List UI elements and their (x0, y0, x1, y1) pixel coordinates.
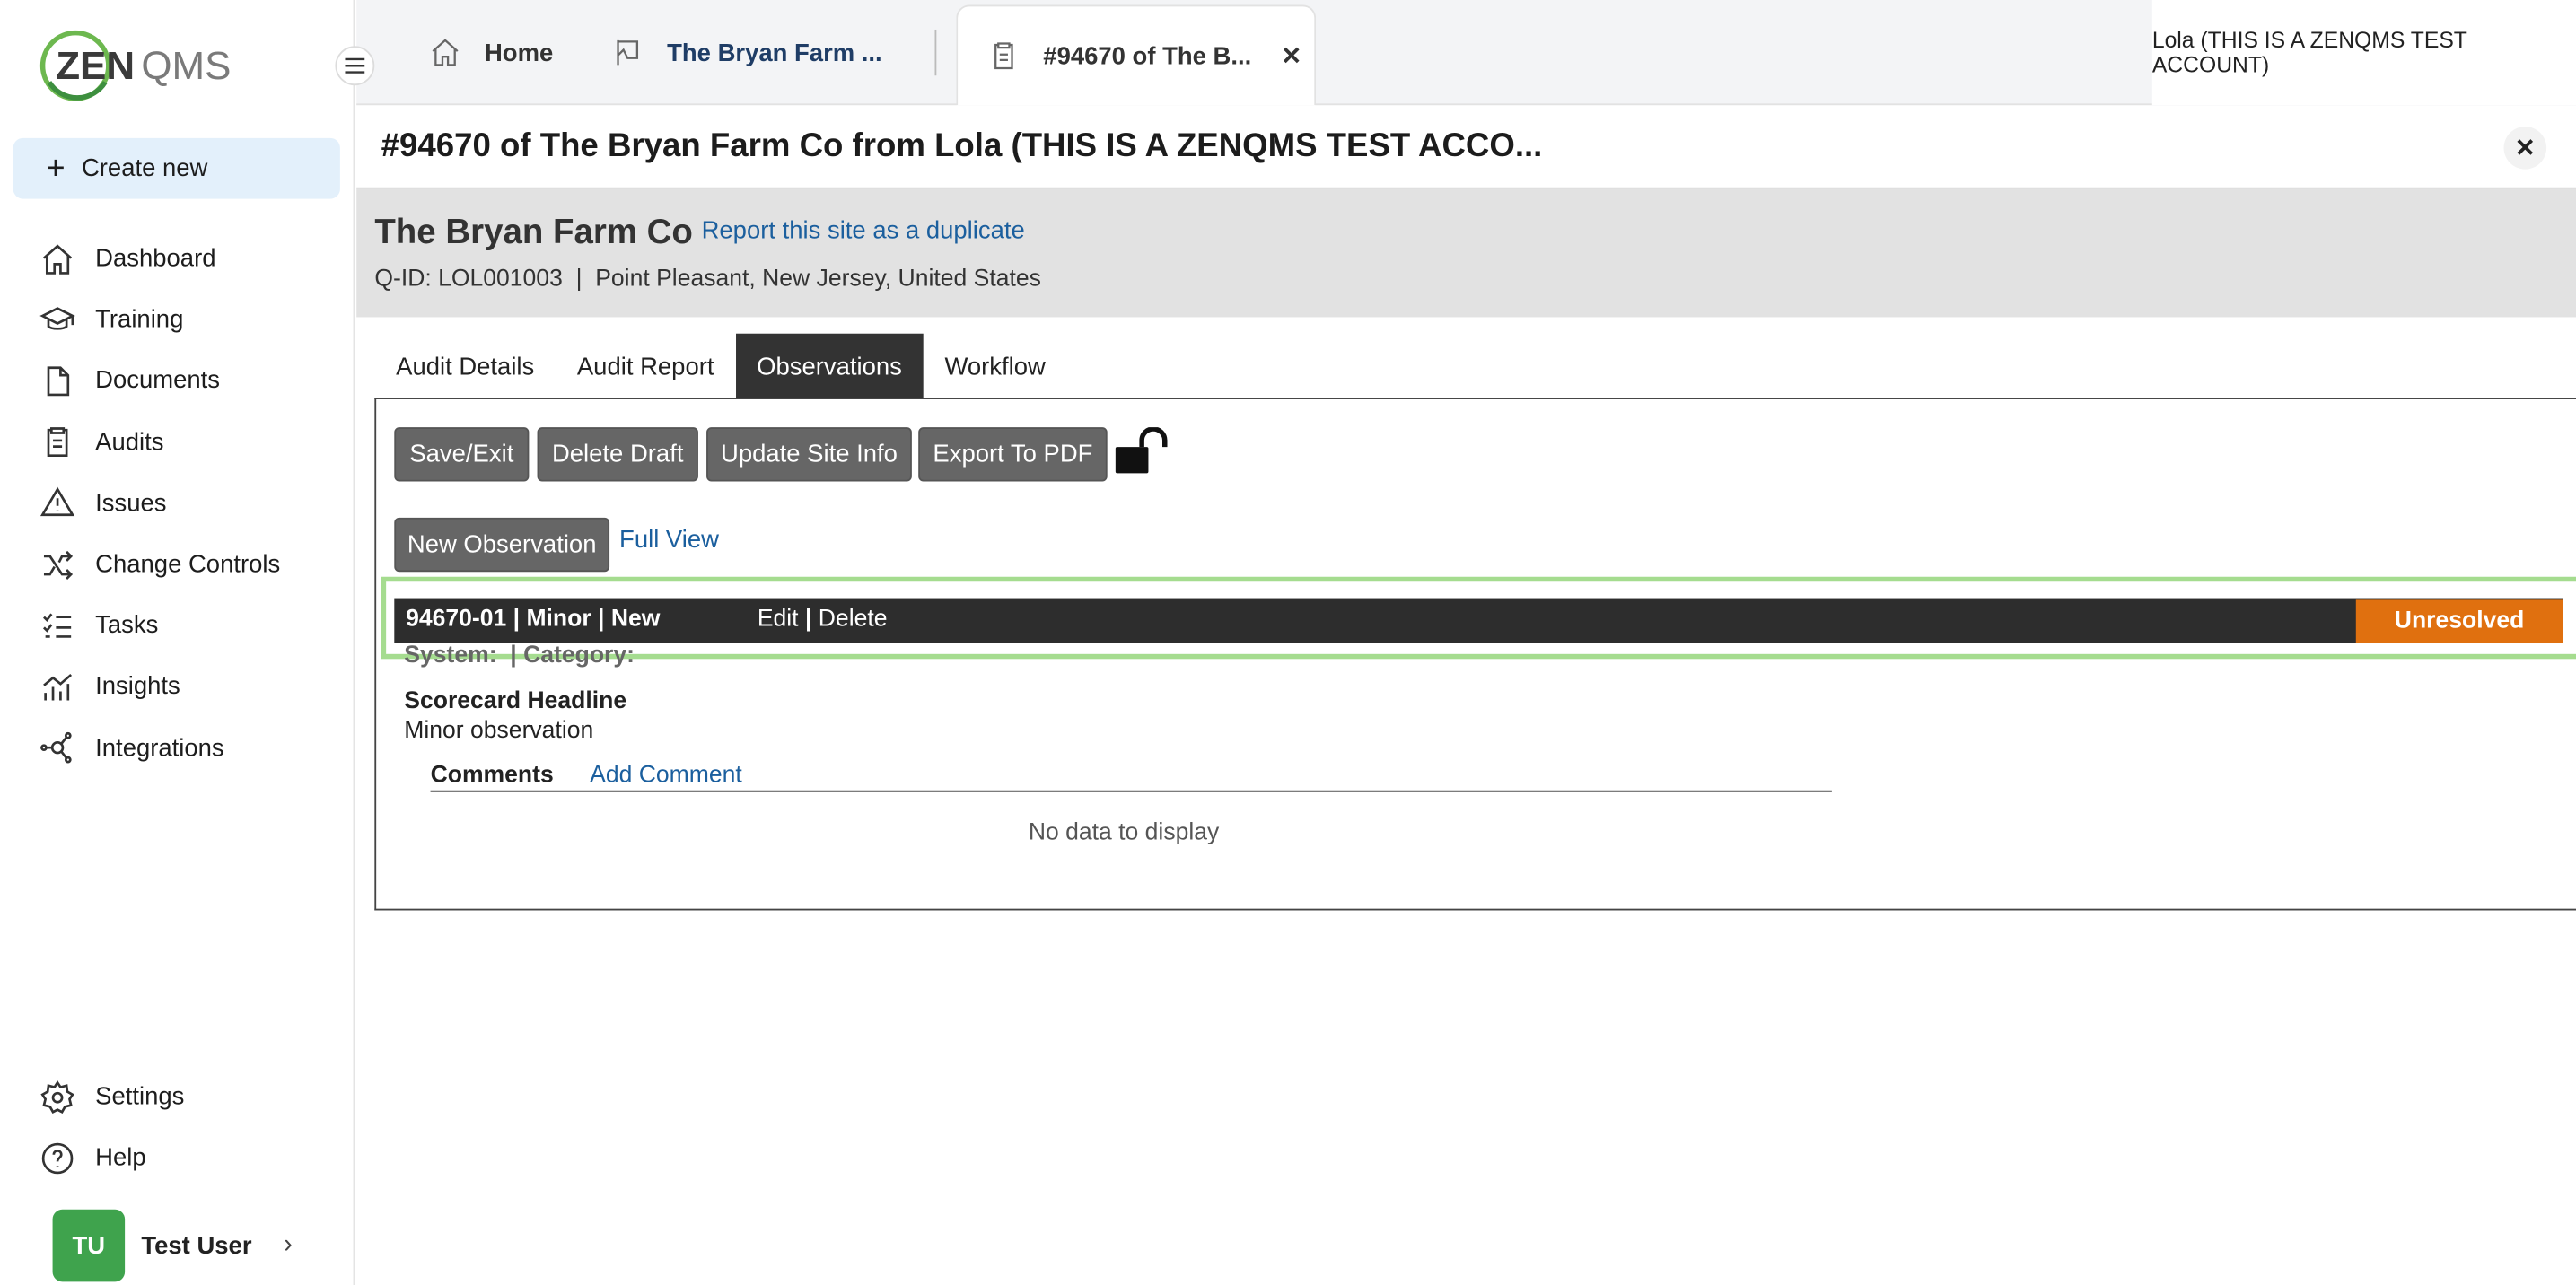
page-title: #94670 of The Bryan Farm Co from Lola (T… (381, 127, 1543, 165)
new-observation-button[interactable]: New Observation (394, 517, 610, 573)
sidebar-item-label: Issues (95, 489, 167, 518)
update-site-info-button[interactable]: Update Site Info (706, 427, 912, 482)
sidebar-item-documents[interactable]: Documents (39, 351, 344, 412)
observation-code: 94670-01 | Minor | New (406, 606, 661, 634)
sidebar-item-label: Audits (95, 428, 164, 457)
sidebar-item-label: Integrations (95, 733, 224, 762)
audit-tabs: Audit Details Audit Report Observations … (374, 333, 1067, 399)
export-pdf-button[interactable]: Export To PDF (918, 427, 1108, 482)
document-icon (47, 366, 70, 397)
sidebar: ZEN QMS + Create new Dashboard Training … (0, 0, 355, 1285)
sidebar-item-training[interactable]: Training (39, 290, 344, 351)
full-view-link[interactable]: Full View (619, 526, 719, 554)
comments-label: Comments (430, 762, 554, 789)
account-label[interactable]: Lola (THIS IS A ZENQMS TEST ACCOUNT) (2151, 0, 2576, 106)
sidebar-item-insights[interactable]: Insights (39, 656, 344, 717)
delete-draft-button[interactable]: Delete Draft (537, 427, 698, 482)
sidebar-item-help[interactable]: Help (39, 1128, 344, 1189)
clipboard-icon (47, 427, 68, 458)
chevron-right-icon: › (284, 1230, 293, 1259)
sidebar-item-issues[interactable]: Issues (39, 473, 344, 534)
tab-audit-report[interactable]: Audit Report (556, 334, 735, 399)
save-exit-button[interactable]: Save/Exit (394, 427, 530, 482)
avatar: TU (52, 1209, 126, 1282)
sidebar-item-label: Dashboard (95, 245, 216, 274)
sidebar-nav: Dashboard Training Documents Audits Issu… (39, 229, 344, 779)
sidebar-item-integrations[interactable]: Integrations (39, 717, 344, 778)
gear-icon (40, 1080, 74, 1114)
sidebar-item-dashboard[interactable]: Dashboard (39, 229, 344, 290)
sidebar-item-change-controls[interactable]: Change Controls (39, 534, 344, 595)
sidebar-item-settings[interactable]: Settings (39, 1066, 344, 1127)
sidebar-bottom-nav: Settings Help (39, 1066, 344, 1188)
sidebar-item-label: Documents (95, 367, 221, 396)
no-data-message: No data to display (1028, 819, 1220, 847)
tab-label: The Bryan Farm ... (667, 39, 882, 67)
shuffle-icon (43, 550, 74, 580)
report-duplicate-link[interactable]: Report this site as a duplicate (702, 217, 1025, 245)
home-icon (432, 39, 459, 66)
help-icon (41, 1142, 74, 1174)
sidebar-item-label: Change Controls (95, 550, 281, 579)
tab-label: Home (484, 39, 554, 67)
headline-label: Scorecard Headline (404, 688, 627, 715)
site-name: The Bryan Farm Co (374, 214, 693, 252)
user-name: Test User (141, 1231, 252, 1260)
tab-observations[interactable]: Observations (735, 333, 924, 399)
sidebar-item-label: Settings (95, 1082, 185, 1112)
headline-value: Minor observation (404, 718, 594, 745)
home-icon (43, 243, 73, 275)
tab-divider (934, 29, 937, 76)
create-new-button[interactable]: + Create new (13, 137, 340, 199)
network-icon (40, 732, 72, 764)
edit-link[interactable]: Edit (758, 607, 799, 633)
close-button[interactable]: ✕ (2503, 127, 2547, 170)
clipboard-icon (994, 42, 1013, 70)
create-new-label: Create new (81, 154, 208, 183)
chart-icon (43, 673, 73, 701)
close-icon[interactable]: ✕ (1281, 41, 1301, 71)
logo-text-zen: ZEN (56, 44, 135, 88)
user-menu[interactable]: TU Test User › (52, 1209, 342, 1282)
tab-site[interactable]: The Bryan Farm ... (611, 0, 882, 105)
tab-audit[interactable]: #94670 of The B... ✕ (956, 4, 1317, 106)
tab-bar: Home The Bryan Farm ... #94670 of The B.… (356, 0, 2576, 106)
checklist-icon (43, 612, 72, 638)
sidebar-item-label: Tasks (95, 611, 159, 640)
site-meta: Q-ID: LOL001003 | Point Pleasant, New Je… (374, 266, 1041, 293)
zenqms-logo[interactable]: ZEN QMS (39, 26, 243, 105)
observation-system-category: System: | Category: (404, 642, 635, 668)
logo-text-qms: QMS (141, 44, 231, 88)
tab-home[interactable]: Home (429, 0, 554, 105)
status-badge: Unresolved (2355, 599, 2563, 642)
site-info-band: The Bryan Farm Co Report this site as a … (356, 188, 2576, 318)
account-name: Lola (THIS IS A ZENQMS TEST ACCOUNT) (2151, 28, 2467, 78)
unlock-icon[interactable] (1114, 427, 1170, 476)
tab-workflow[interactable]: Workflow (924, 334, 1067, 399)
add-comment-link[interactable]: Add Comment (590, 763, 742, 789)
sidebar-item-label: Insights (95, 672, 180, 701)
delete-link[interactable]: Delete (819, 607, 888, 633)
flag-icon (617, 39, 639, 66)
action-separator: | (804, 606, 812, 634)
sidebar-item-label: Help (95, 1144, 146, 1173)
page-header: #94670 of The Bryan Farm Co from Lola (T… (356, 107, 2576, 189)
tab-label: #94670 of The B... (1043, 41, 1252, 70)
tab-audit-details[interactable]: Audit Details (374, 334, 556, 399)
sidebar-item-label: Training (95, 306, 184, 335)
menu-icon (345, 57, 365, 74)
sidebar-item-audits[interactable]: Audits (39, 412, 344, 473)
observation-actions: Edit | Delete (758, 607, 888, 633)
sidebar-item-tasks[interactable]: Tasks (39, 595, 344, 656)
warning-icon (39, 487, 75, 517)
observation-header[interactable]: 94670-01 | Minor | New Edit | Delete Unr… (394, 598, 2563, 642)
graduation-cap-icon (39, 306, 75, 330)
sidebar-toggle-button[interactable] (335, 46, 375, 86)
plus-icon: + (46, 150, 66, 187)
comments-section: Comments Add Comment (430, 762, 1832, 792)
close-icon: ✕ (2514, 135, 2536, 163)
